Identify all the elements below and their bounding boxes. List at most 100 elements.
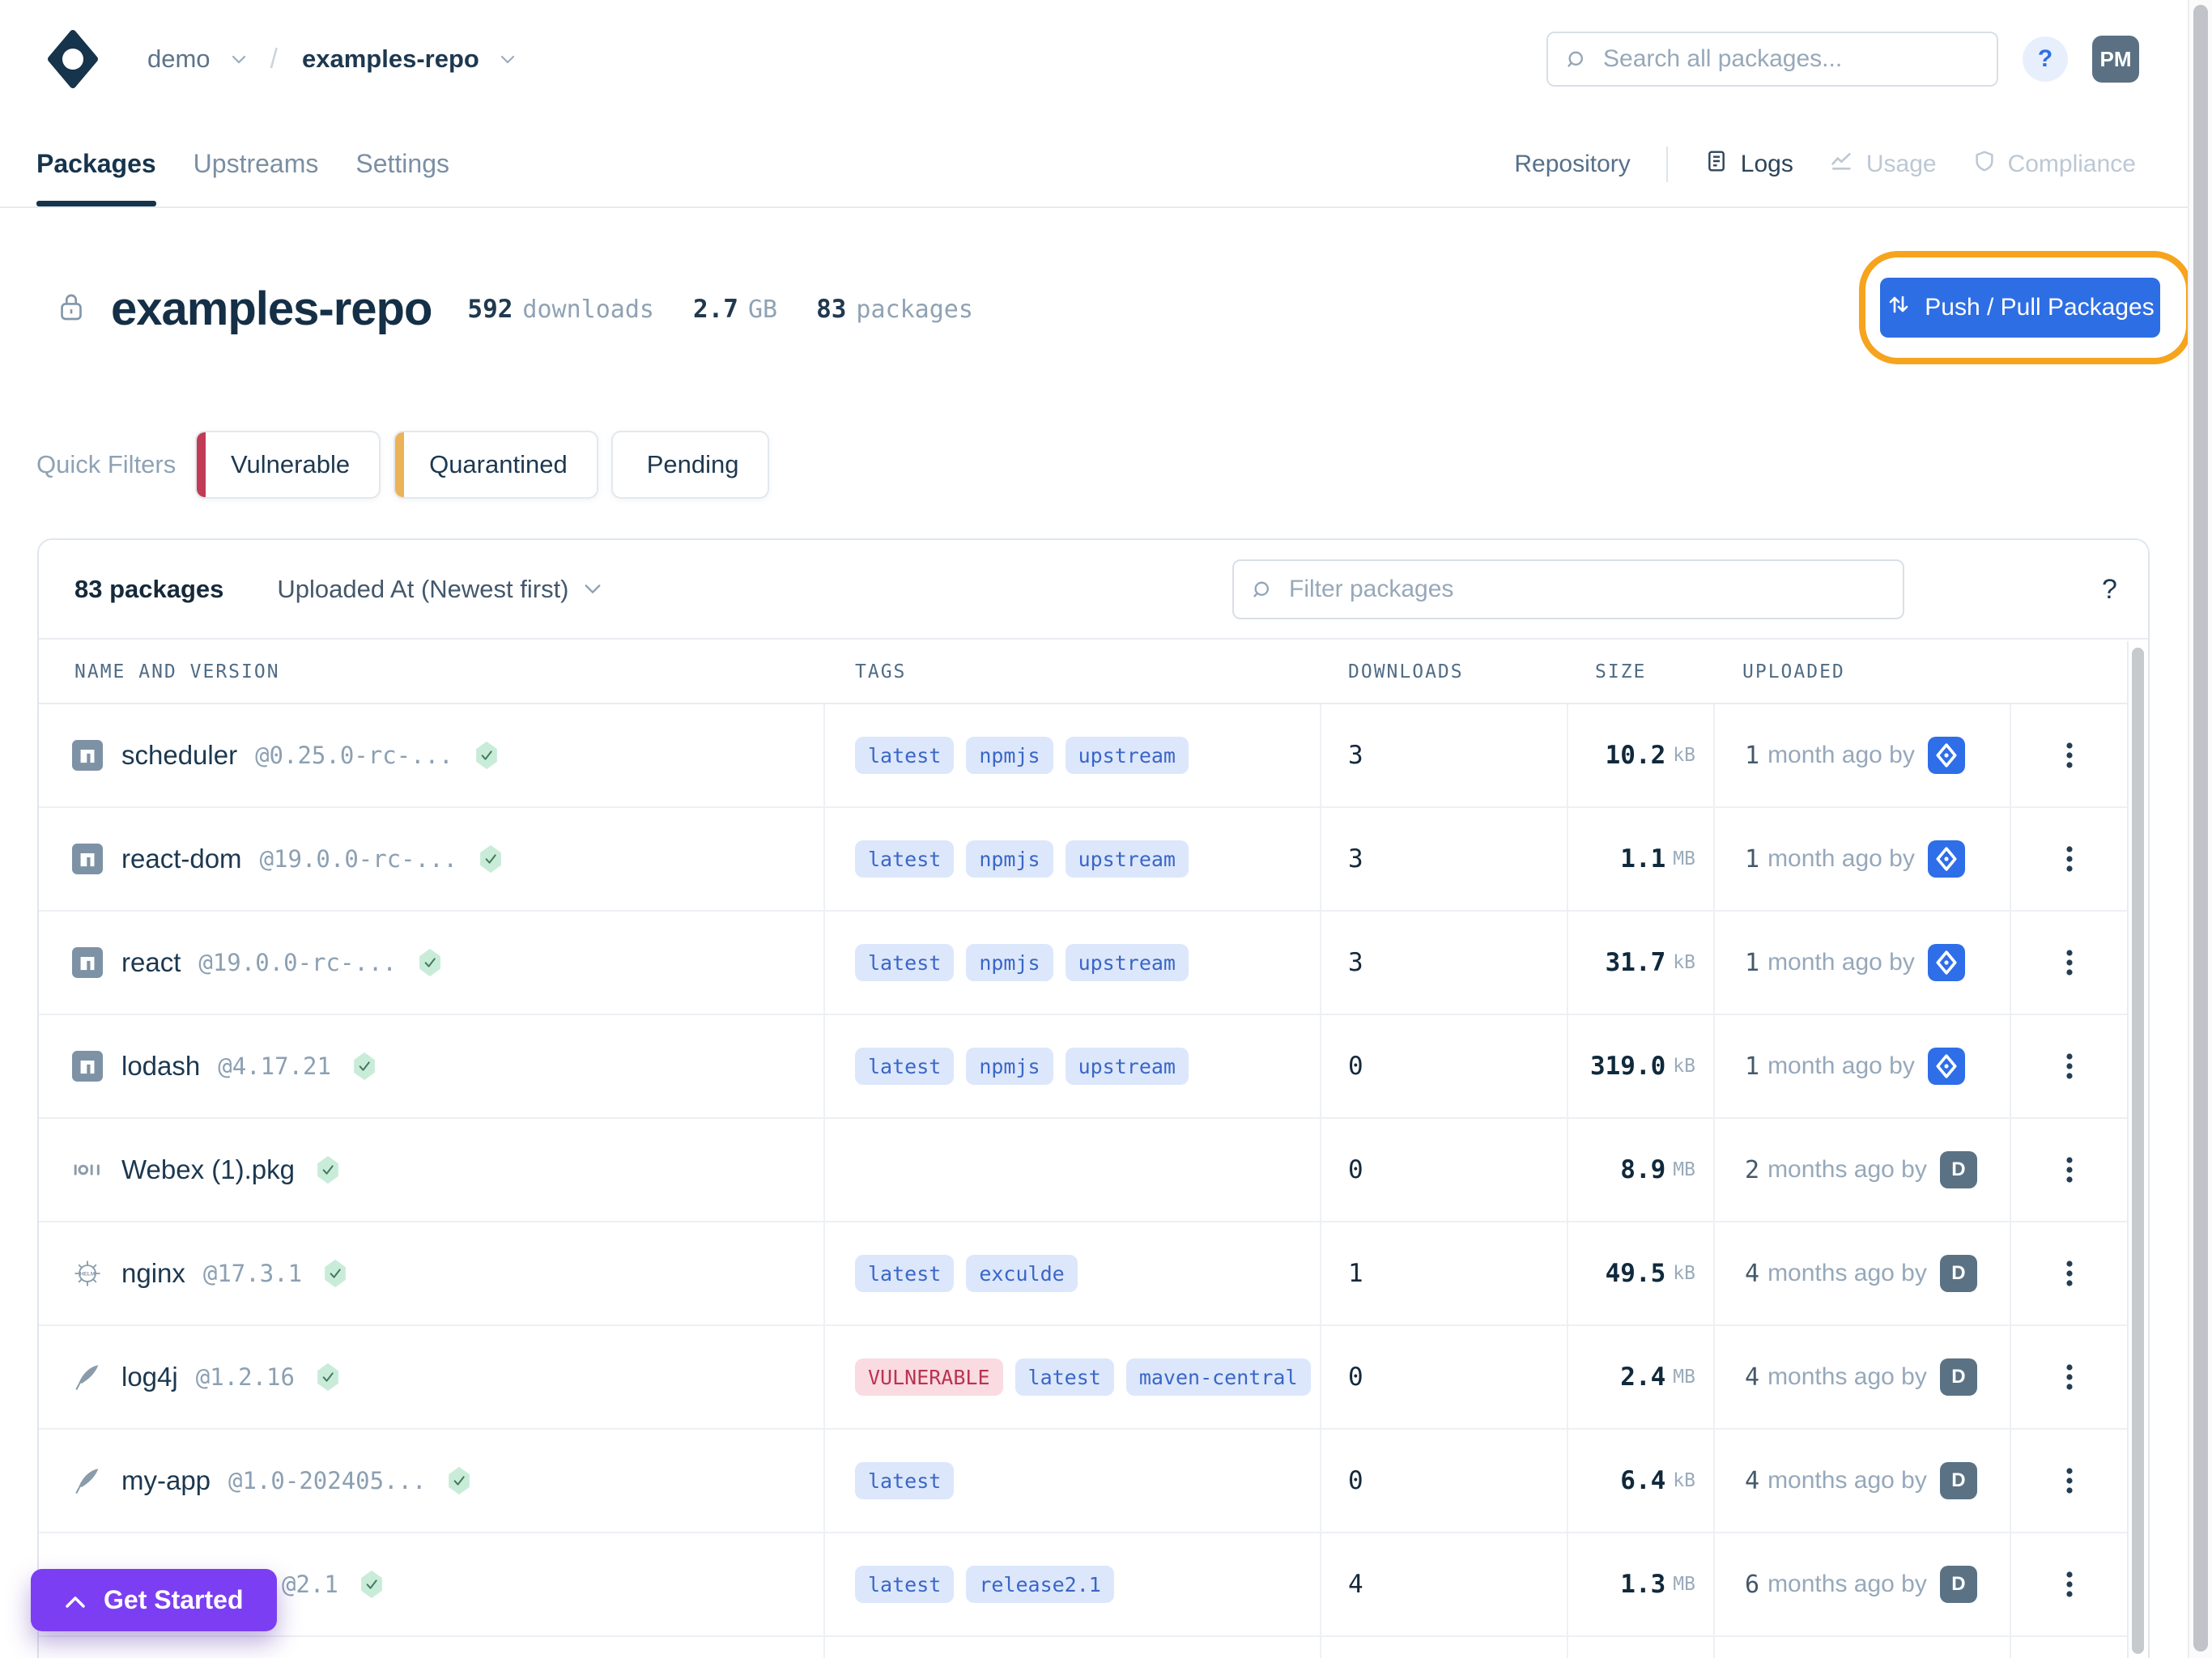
uploader-avatar[interactable]: D	[1940, 1255, 1977, 1292]
tab-settings[interactable]: Settings	[355, 121, 449, 206]
verified-check-icon	[352, 1051, 376, 1082]
filter-pending[interactable]: Pending	[611, 431, 770, 499]
row-menu-button[interactable]	[2057, 1562, 2082, 1606]
tag-pill[interactable]: exculde	[966, 1255, 1077, 1292]
repo-selector[interactable]: examples-repo	[302, 45, 515, 74]
help-button[interactable]: ?	[2023, 36, 2068, 82]
usage-link[interactable]: Usage	[1829, 148, 1937, 181]
package-version: @1.0-202405...	[228, 1467, 426, 1494]
tag-pill[interactable]: latest	[1015, 1358, 1114, 1396]
downloads-cell: 0	[1321, 1015, 1568, 1117]
tag-pill[interactable]: VULNERABLE	[855, 1358, 1003, 1396]
actions-cell	[2011, 1015, 2127, 1117]
package-name[interactable]: Webex (1).pkg	[121, 1154, 295, 1185]
uploader-avatar[interactable]	[1928, 1048, 1965, 1085]
package-version: @19.0.0-rc-...	[260, 845, 457, 873]
sort-selector[interactable]: Uploaded At (Newest first)	[277, 575, 601, 604]
size-unit: kB	[1673, 952, 1695, 973]
global-search-input[interactable]	[1548, 33, 1997, 85]
logs-link[interactable]: Logs	[1704, 148, 1793, 181]
row-menu-button[interactable]	[2057, 733, 2082, 777]
name-cell: HELMnginx@17.3.1	[39, 1222, 825, 1324]
size-value: 319.0	[1590, 1052, 1665, 1081]
tag-pill[interactable]: upstream	[1066, 944, 1189, 981]
tag-pill[interactable]: latest	[855, 840, 954, 878]
row-menu-button[interactable]	[2057, 1148, 2082, 1192]
page-scrollbar-thumb[interactable]	[2193, 5, 2208, 1652]
get-started-button[interactable]: Get Started	[31, 1569, 277, 1631]
tag-pill[interactable]: npmjs	[966, 840, 1053, 878]
package-name[interactable]: nginx	[121, 1258, 185, 1289]
top-bar: demo / examples-repo ? PM	[0, 0, 2188, 121]
tab-packages[interactable]: Packages	[36, 121, 156, 206]
filter-vulnerable[interactable]: Vulnerable	[195, 431, 381, 499]
tag-pill[interactable]: maven-central	[1126, 1358, 1311, 1396]
uploader-avatar[interactable]: D	[1940, 1462, 1977, 1499]
compliance-link[interactable]: Compliance	[1972, 148, 2136, 181]
downloads-cell: 3	[1321, 808, 1568, 910]
table-scrollbar-thumb[interactable]	[2132, 648, 2144, 1654]
downloads-cell: 0	[1321, 1119, 1568, 1221]
uploaded-time-text: month ago by	[1767, 949, 1915, 976]
package-name[interactable]: lodash	[121, 1051, 200, 1082]
global-search[interactable]	[1546, 32, 1998, 87]
uploader-avatar[interactable]	[1928, 944, 1965, 981]
tag-pill[interactable]: upstream	[1066, 737, 1189, 774]
quick-filters-label: Quick Filters	[36, 450, 195, 479]
package-name[interactable]: react	[121, 947, 181, 978]
tag-pill[interactable]: latest	[855, 737, 954, 774]
tag-pill[interactable]: release2.1	[966, 1566, 1114, 1603]
size-cell: 6.4kB	[1568, 1430, 1715, 1532]
package-name[interactable]: log4j	[121, 1362, 178, 1392]
uploader-avatar[interactable]: D	[1940, 1566, 1977, 1603]
vulnerable-accent-bar	[197, 432, 206, 497]
user-avatar[interactable]: PM	[2092, 36, 2139, 83]
tab-upstreams[interactable]: Upstreams	[194, 121, 319, 206]
uploader-avatar[interactable]	[1928, 737, 1965, 774]
downloads-cell: 3	[1321, 704, 1568, 806]
push-pull-packages-button[interactable]: Push / Pull Packages	[1880, 278, 2160, 338]
uploader-avatar[interactable]	[1928, 840, 1965, 878]
tag-pill[interactable]: npmjs	[966, 1048, 1053, 1085]
compliance-icon	[1972, 148, 1997, 181]
lock-icon	[59, 291, 83, 327]
filter-help-button[interactable]: ?	[2102, 540, 2117, 640]
tag-pill[interactable]: latest	[855, 1462, 954, 1499]
size-unit: MB	[1673, 1367, 1695, 1388]
row-menu-button[interactable]	[2057, 1355, 2082, 1399]
org-name: demo	[147, 45, 211, 74]
package-name[interactable]: scheduler	[121, 740, 237, 771]
row-menu-button[interactable]	[2057, 1459, 2082, 1503]
filter-packages-input[interactable]	[1234, 561, 1903, 618]
tag-pill[interactable]: latest	[855, 1255, 954, 1292]
name-cell: lodash@4.17.21	[39, 1015, 825, 1117]
package-name[interactable]: my-app	[121, 1465, 211, 1496]
row-menu-button[interactable]	[2057, 837, 2082, 881]
tag-pill[interactable]: npmjs	[966, 737, 1053, 774]
tag-pill[interactable]: upstream	[1066, 840, 1189, 878]
org-selector[interactable]: demo	[147, 45, 246, 74]
package-name[interactable]: react-dom	[121, 844, 242, 874]
row-menu-button[interactable]	[2057, 1252, 2082, 1295]
size-value: 49.5	[1606, 1259, 1666, 1288]
filter-packages[interactable]	[1232, 559, 1904, 619]
size-unit: MB	[1673, 848, 1695, 869]
tag-pill[interactable]: latest	[855, 944, 954, 981]
tag-pill[interactable]: latest	[855, 1048, 954, 1085]
page-scrollbar[interactable]	[2188, 0, 2212, 1658]
uploaded-time-value: 4	[1745, 1260, 1759, 1288]
tag-pill[interactable]: latest	[855, 1566, 954, 1603]
table-scrollbar[interactable]	[2127, 641, 2148, 1658]
tag-pill[interactable]: npmjs	[966, 944, 1053, 981]
cloudsmith-logo-icon[interactable]	[47, 29, 99, 89]
uploaded-time-value: 6	[1745, 1571, 1759, 1599]
size-unit: kB	[1673, 745, 1695, 766]
uploader-avatar[interactable]: D	[1940, 1151, 1977, 1188]
name-cell: scheduler@0.25.0-rc-...	[39, 704, 825, 806]
uploader-avatar[interactable]: D	[1940, 1358, 1977, 1396]
uploaded-cell: 1month ago by	[1715, 1015, 2011, 1117]
filter-quarantined[interactable]: Quarantined	[393, 431, 598, 499]
tag-pill[interactable]: upstream	[1066, 1048, 1189, 1085]
row-menu-button[interactable]	[2057, 1044, 2082, 1088]
row-menu-button[interactable]	[2057, 941, 2082, 984]
